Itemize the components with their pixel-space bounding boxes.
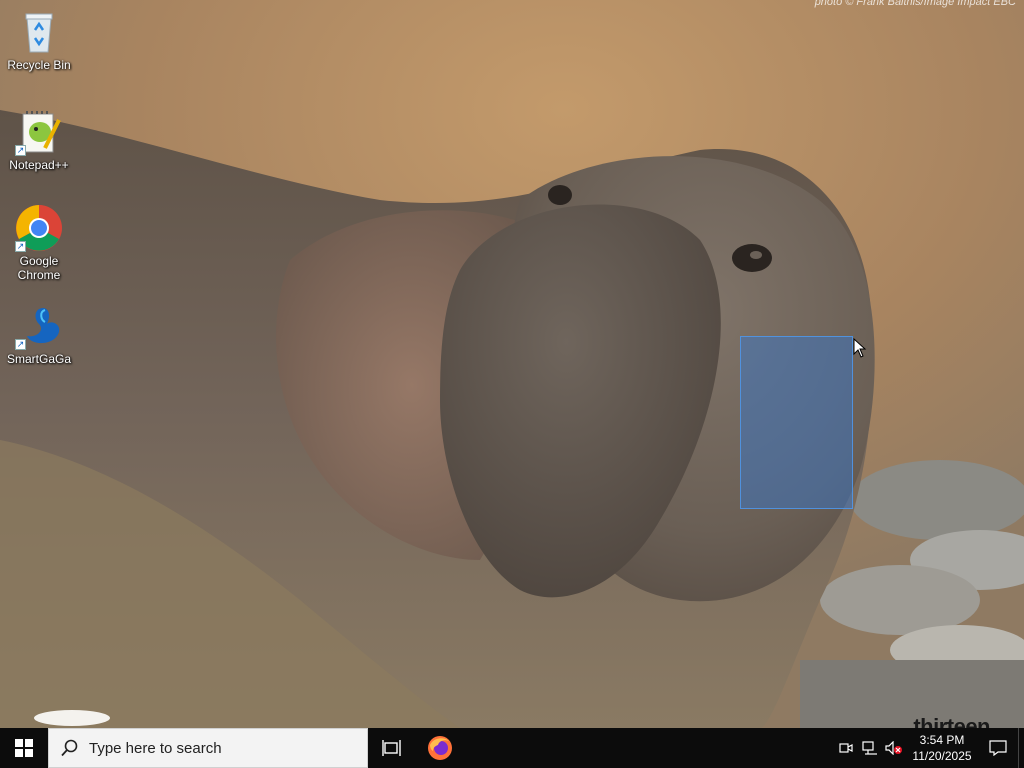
show-desktop-button[interactable] xyxy=(1018,728,1024,768)
volume-tray-button[interactable] xyxy=(882,728,906,768)
desktop-icon-recycle-bin[interactable]: Recycle Bin xyxy=(1,8,77,72)
wallpaper-image xyxy=(0,0,1024,728)
desktop-icon-label: SmartGaGa xyxy=(6,352,72,366)
taskbar: Type here to search 3:54 PM 11/20/2025 xyxy=(0,728,1024,768)
taskbar-clock[interactable]: 3:54 PM 11/20/2025 xyxy=(910,732,974,764)
drag-selection-rectangle xyxy=(740,336,853,509)
desktop-icon-label: Google Chrome xyxy=(17,254,61,282)
desktop[interactable]: photo © Frank Balthis/Image Impact EBC R… xyxy=(0,0,1024,728)
desktop-icon-label: Notepad++ xyxy=(9,158,69,172)
taskbar-firefox-button[interactable] xyxy=(416,728,464,768)
start-button[interactable] xyxy=(0,728,48,768)
desktop-icon-google-chrome[interactable]: ↗ Google Chrome xyxy=(1,204,77,282)
watermark-logo: thirteen xyxy=(913,714,990,728)
notepad-plus-plus-icon: ↗ xyxy=(15,108,63,156)
shortcut-arrow-icon: ↗ xyxy=(15,241,26,252)
recycle-bin-icon xyxy=(15,8,63,56)
smartgaga-icon: ↗ xyxy=(15,302,63,350)
shortcut-arrow-icon: ↗ xyxy=(15,339,26,350)
wallpaper-credit: photo © Frank Balthis/Image Impact EBC xyxy=(814,0,1016,8)
firefox-icon xyxy=(428,736,452,760)
network-tray-button[interactable] xyxy=(858,728,882,768)
volume-muted-icon xyxy=(885,741,902,755)
system-tray: 3:54 PM 11/20/2025 xyxy=(834,728,1024,768)
chrome-icon: ↗ xyxy=(15,204,63,252)
taskbar-search-box[interactable]: Type here to search xyxy=(48,728,368,768)
desktop-icon-notepad-plus-plus[interactable]: ↗ Notepad++ xyxy=(1,108,77,172)
desktop-icon-smartgaga[interactable]: ↗ SmartGaGa xyxy=(1,302,77,366)
action-center-button[interactable] xyxy=(978,728,1018,768)
windows-logo-icon xyxy=(15,739,33,757)
mouse-cursor-icon xyxy=(853,338,867,358)
desktop-icon-label: Recycle Bin xyxy=(7,58,71,72)
tray-device-icon[interactable] xyxy=(834,728,858,768)
task-view-button[interactable] xyxy=(368,728,416,768)
meet-now-icon xyxy=(839,743,853,753)
clock-date: 11/20/2025 xyxy=(912,749,972,763)
notification-icon xyxy=(989,740,1007,756)
search-placeholder: Type here to search xyxy=(89,739,222,757)
search-icon xyxy=(61,739,78,757)
clock-time: 3:54 PM xyxy=(919,733,965,747)
task-view-icon xyxy=(382,740,401,756)
shortcut-arrow-icon: ↗ xyxy=(15,145,26,156)
network-icon xyxy=(862,741,877,755)
